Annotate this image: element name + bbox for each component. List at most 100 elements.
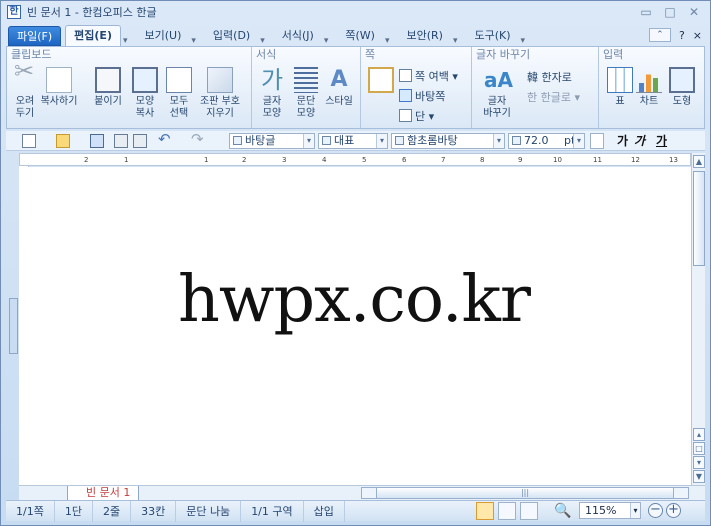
page-margin-button[interactable]: 쪽 여백 ▾ <box>399 68 458 86</box>
cut-button[interactable]: 오려 두기 <box>7 63 43 121</box>
close-icon[interactable]: ✕ <box>686 4 702 20</box>
hangul-icon: 한 <box>527 91 538 104</box>
bold-button[interactable]: 가 <box>617 133 628 149</box>
background-page-button[interactable]: 바탕쪽 <box>399 88 445 106</box>
page-down-icon[interactable]: ▾ <box>693 456 705 469</box>
document-tab[interactable]: 빈 문서 1 <box>67 486 139 501</box>
hwp-window: 한 빈 문서 1 - 한컴오피스 한글 ▭ □ ✕ 파일(F) 편집(E) ▾ 보… <box>0 0 711 526</box>
page-icon[interactable]: □ <box>693 442 705 455</box>
chevron-down-icon[interactable]: ▾ <box>521 36 526 46</box>
change-char-button[interactable]: aA 글자 바꾸기 <box>476 63 518 121</box>
para-shape-button[interactable]: 문단 모양 <box>288 63 324 121</box>
font-select[interactable]: 함초롬바탕 ▾ <box>391 133 505 149</box>
left-panel-grip[interactable] <box>9 298 18 354</box>
zoom-in-icon[interactable]: + <box>666 503 681 518</box>
page-setup-button[interactable] <box>363 63 399 121</box>
copy-button[interactable]: 복사하기 <box>39 63 79 121</box>
tab-edit[interactable]: 편집(E) <box>65 25 121 46</box>
minimize-icon[interactable]: ▭ <box>638 4 654 20</box>
select-all-button[interactable]: 모두 선택 <box>161 63 197 121</box>
zoom-select[interactable]: 115% ▾ <box>579 502 641 519</box>
hangul-button[interactable]: 한 한글로 ▾ <box>527 89 580 107</box>
help-icon[interactable]: ? <box>679 29 685 42</box>
collapse-ribbon-button[interactable]: ⌃ <box>648 28 671 42</box>
style-select[interactable]: 바탕글 ▾ <box>229 133 315 149</box>
ruler-tick: 2 <box>84 156 89 164</box>
chart-button[interactable]: 차트 <box>634 63 664 121</box>
font-select-value: 함초롬바탕 <box>407 134 458 147</box>
redo-icon[interactable] <box>190 130 204 148</box>
page-up-icon[interactable]: ▴ <box>693 428 705 441</box>
font-size-select[interactable]: 72.0 pt ▾ <box>508 133 585 149</box>
clear-format-button[interactable]: 조판 부호 지우기 <box>194 63 246 121</box>
vertical-scroll-thumb[interactable] <box>693 171 705 266</box>
print-preview-icon[interactable] <box>133 134 147 148</box>
chevron-down-icon[interactable]: ▾ <box>385 36 390 46</box>
language-select[interactable]: 대표 ▾ <box>318 133 388 149</box>
copy-label: 복사하기 <box>40 96 78 107</box>
page-view-icon[interactable] <box>476 502 494 520</box>
ribbon: 클립보드 오려 두기 복사하기 붙이기 모양 복사 모두 선택 조판 부호 지우… <box>6 46 705 129</box>
table-button[interactable]: 표 <box>605 63 635 121</box>
scroll-down-icon[interactable]: ▼ <box>693 470 705 483</box>
chart-icon <box>636 67 662 93</box>
char-shape-button[interactable]: 가 글자 모양 <box>254 63 290 121</box>
background-label: 바탕쪽 <box>415 90 446 103</box>
tab-tools[interactable]: 도구(K) <box>466 26 518 46</box>
tab-security[interactable]: 보안(R) <box>398 26 450 46</box>
cut-label: 오려 두기 <box>15 96 35 119</box>
page-status: 1/1쪽 <box>6 500 55 522</box>
drawing-button[interactable]: 도형 <box>667 63 697 121</box>
shape-copy-button[interactable]: 모양 복사 <box>127 63 163 121</box>
zoom-out-icon[interactable]: − <box>648 503 663 518</box>
chevron-down-icon[interactable]: ▾ <box>493 134 504 148</box>
ruler-tick: 2 <box>242 156 247 164</box>
open-folder-icon[interactable] <box>56 134 70 148</box>
chevron-down-icon[interactable]: ▾ <box>630 503 640 518</box>
chevron-down-icon[interactable]: ▾ <box>191 36 196 46</box>
copy-icon <box>46 67 72 93</box>
chevron-down-icon[interactable]: ▾ <box>453 36 458 46</box>
vertical-scrollbar[interactable]: ▲ ▴ □ ▾ ▼ <box>691 153 705 485</box>
scroll-up-icon[interactable]: ▲ <box>693 155 705 168</box>
tab-file[interactable]: 파일(F) <box>8 26 62 46</box>
tab-insert[interactable]: 입력(D) <box>205 26 258 46</box>
document-text[interactable]: hwpx.co.kr <box>178 262 531 337</box>
undo-icon[interactable] <box>157 130 171 148</box>
document-page[interactable]: hwpx.co.kr <box>20 167 691 485</box>
horizontal-scrollbar[interactable]: ||| <box>361 487 689 499</box>
underline-button[interactable]: 가 <box>656 133 667 149</box>
chevron-down-icon[interactable]: ▾ <box>573 134 584 148</box>
font-size-stepper[interactable] <box>590 133 604 149</box>
italic-button[interactable]: 가 <box>634 133 645 149</box>
print-icon[interactable] <box>114 134 128 148</box>
table-icon <box>607 67 633 93</box>
para-shape-label: 문단 모양 <box>296 96 316 119</box>
chevron-down-icon[interactable]: ▾ <box>324 36 329 46</box>
clipboard-title: 클립보드 <box>11 48 52 61</box>
tab-page[interactable]: 쪽(W) <box>337 26 383 46</box>
insert-mode-status[interactable]: 삽입 <box>304 500 345 522</box>
chevron-down-icon[interactable]: ▾ <box>123 36 128 46</box>
horizontal-scroll-thumb[interactable]: ||| <box>376 488 674 498</box>
char-change-group: 글자 바꾸기 aA 글자 바꾸기 韓 한자로 한 한글로 ▾ <box>472 47 599 128</box>
zoom-icon[interactable]: 🔍 <box>554 503 571 519</box>
save-icon[interactable] <box>90 134 104 148</box>
style-button[interactable]: A 스타일 <box>321 63 357 121</box>
shape-copy-label: 모양 복사 <box>135 96 155 119</box>
column-button[interactable]: 단 ▾ <box>399 108 434 126</box>
maximize-icon[interactable]: □ <box>662 4 678 20</box>
style-select-value: 바탕글 <box>245 134 276 147</box>
chevron-down-icon[interactable]: ▾ <box>303 134 314 148</box>
hanja-button[interactable]: 韓 한자로 <box>527 69 572 87</box>
tab-format[interactable]: 서식(J) <box>274 26 322 46</box>
chevron-down-icon[interactable]: ▾ <box>376 134 387 148</box>
ruler-tick: 1 <box>204 156 209 164</box>
close-doc-icon[interactable]: × <box>693 29 702 42</box>
draft-view-icon[interactable] <box>498 502 516 520</box>
chevron-down-icon[interactable]: ▾ <box>260 36 265 46</box>
web-view-icon[interactable] <box>520 502 538 520</box>
tab-view[interactable]: 보기(U) <box>137 26 190 46</box>
paste-button[interactable]: 붙이기 <box>90 63 126 121</box>
new-document-icon[interactable] <box>22 134 36 148</box>
